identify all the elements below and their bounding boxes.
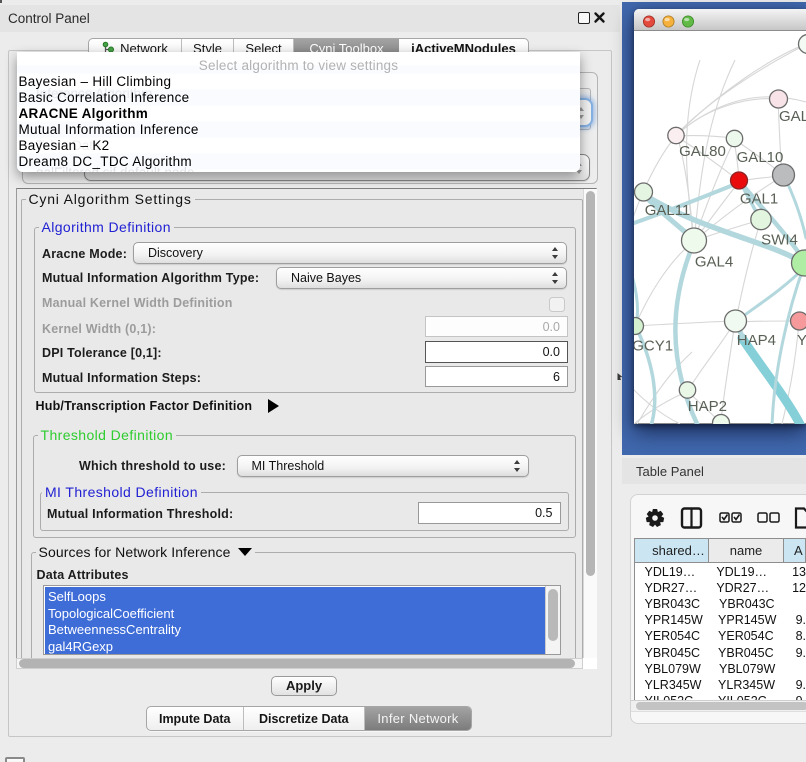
svg-text:SWI4: SWI4 [761, 232, 798, 249]
svg-text:GAL4: GAL4 [695, 254, 733, 271]
svg-text:HAP4: HAP4 [737, 332, 776, 349]
svg-text:GAL7: GAL7 [779, 108, 806, 125]
svg-text:GCY1: GCY1 [634, 338, 673, 355]
svg-text:GAL1: GAL1 [740, 191, 778, 208]
svg-text:Y: Y [797, 332, 806, 349]
svg-text:GAL80: GAL80 [679, 143, 726, 160]
svg-text:GAL10: GAL10 [737, 149, 784, 166]
svg-text:GAL11: GAL11 [645, 202, 691, 219]
svg-text:HAP2: HAP2 [688, 398, 727, 415]
